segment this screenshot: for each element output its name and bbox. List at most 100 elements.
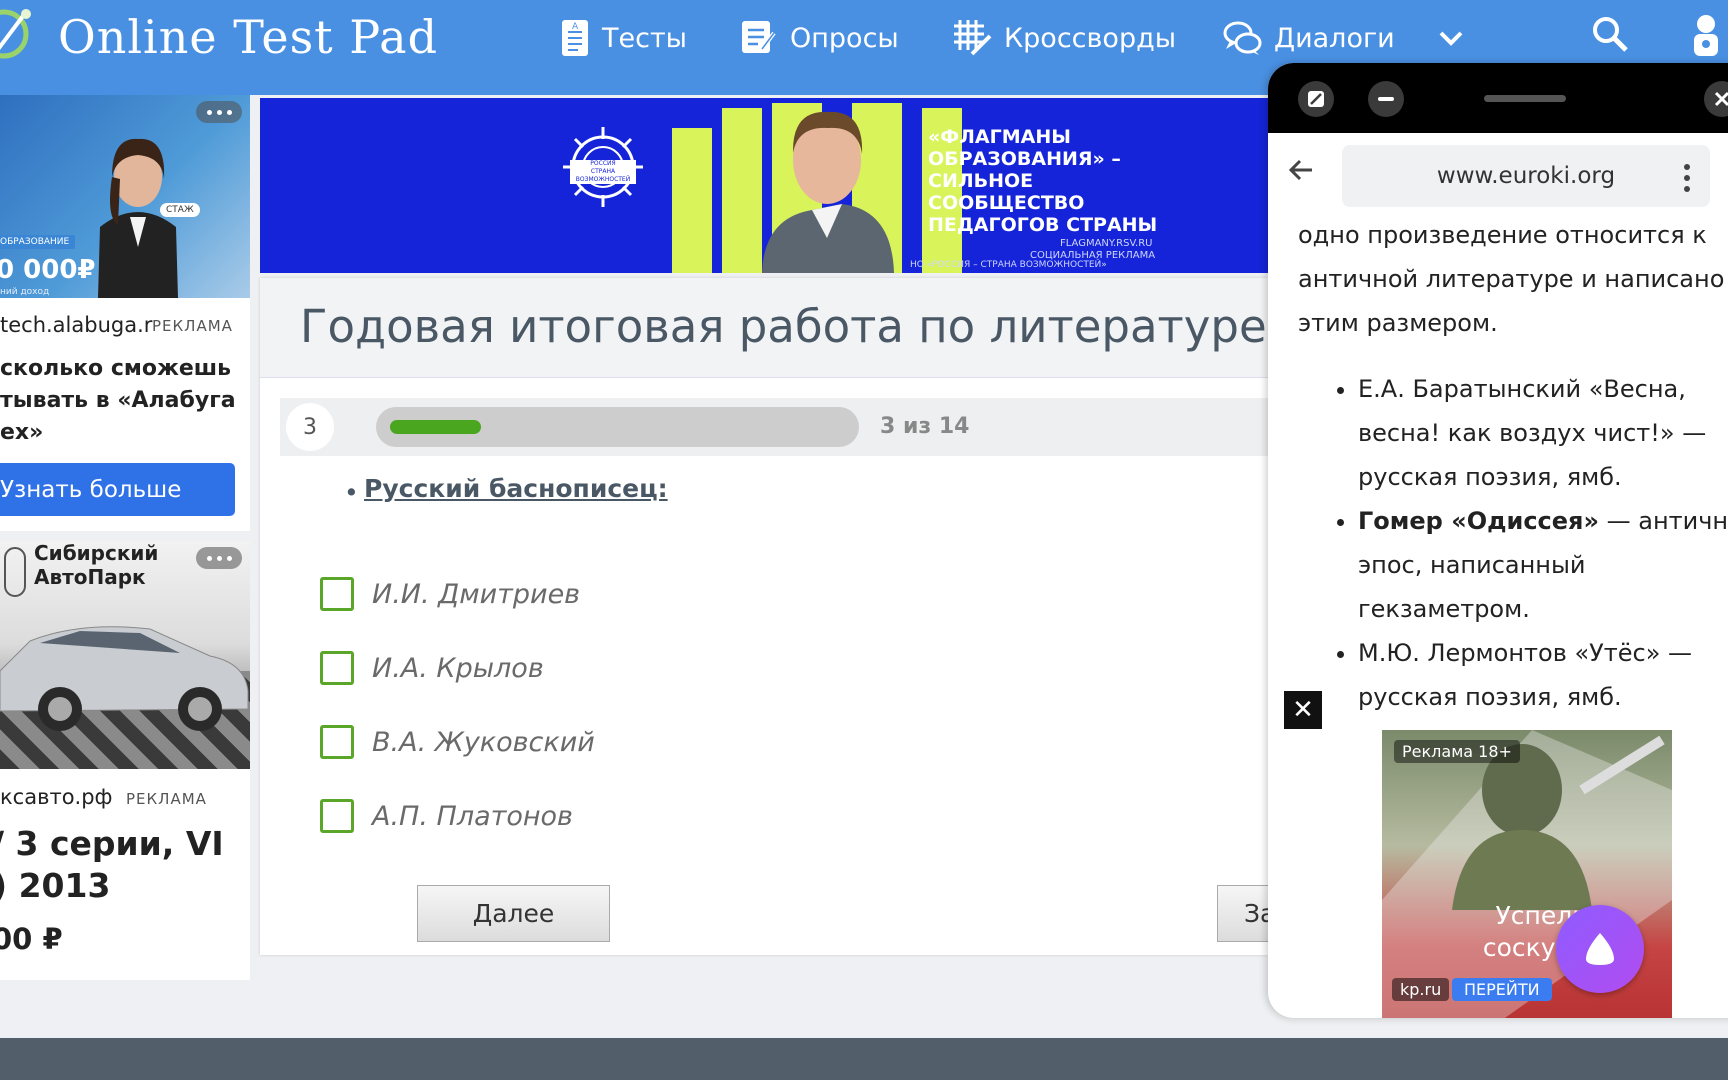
answer-label: А.П. Платонов	[372, 800, 573, 832]
ads-divider	[0, 531, 250, 541]
nav-crosswords[interactable]: Кроссворды	[952, 16, 1176, 60]
answer-label: В.А. Жуковский	[372, 726, 595, 758]
article-list-item: Е.А. Баратынский «Весна, весна! как возд…	[1358, 367, 1728, 499]
url-bar[interactable]: www.euroki.org	[1342, 145, 1710, 207]
nav-polls[interactable]: Опросы	[740, 16, 899, 60]
logo-icon[interactable]	[0, 0, 42, 80]
ad1-domain[interactable]: tech.alabuga.r	[0, 313, 152, 337]
article-line: одно произведение относится к	[1298, 221, 1707, 249]
promo-banner[interactable]: РОССИЯ СТРАНА ВОЗМОЖНОСТЕЙ «ФЛАГМАНЫ ОБР…	[260, 98, 1268, 273]
nav-crosswords-label: Кроссворды	[1004, 22, 1177, 54]
answer-label: И.А. Крылов	[372, 652, 544, 684]
ad1-label: РЕКЛАМА	[152, 317, 233, 335]
ad-source: kp.ru	[1392, 978, 1450, 1001]
back-arrow-icon[interactable]	[1286, 155, 1316, 185]
nav-polls-label: Опросы	[790, 22, 899, 54]
test-doc-icon: A	[562, 20, 588, 56]
resize-icon	[1308, 91, 1324, 107]
article-line: М.Ю. Лермонтов «Утёс» —	[1358, 639, 1693, 667]
banner-footer: НО «РОССИЯ – СТРАНА ВОЗМОЖНОСТЕЙ»	[910, 260, 1107, 270]
nav-tests[interactable]: A Тесты	[560, 16, 687, 60]
page-footer	[0, 1038, 1728, 1080]
ad1-badge: ОБРАЗОВАНИЕ	[0, 235, 76, 249]
finish-button[interactable]: За	[1217, 885, 1268, 942]
answer-option[interactable]: И.А. Крылов	[320, 648, 544, 688]
banner-site: FLAGMANY.RSV.RU	[1060, 238, 1153, 249]
article-list-item: М.Ю. Лермонтов «Утёс» — русская поэзия, …	[1358, 631, 1728, 719]
ad1-subtext: ний доход	[0, 287, 50, 297]
answer-label: И.И. Дмитриев	[372, 578, 581, 610]
survey-icon	[742, 21, 776, 53]
question-text: Русский баснописец:	[364, 474, 668, 503]
chevron-down-icon	[1439, 31, 1463, 46]
ad1-stazh-badge: СТАЖ	[160, 203, 200, 217]
ad-close-button[interactable]: ✕	[1284, 691, 1322, 729]
article-line: эпос, написанный	[1358, 551, 1586, 579]
nav-tests-label: Тесты	[602, 22, 687, 54]
ad2-logo-icon	[4, 547, 26, 597]
ads-sidebar: ОБРАЗОВАНИЕ 0 000₽ ний доход СТАЖ tech.a…	[0, 95, 250, 980]
next-button[interactable]: Далее	[417, 885, 610, 942]
test-title: Годовая итоговая работа по литературе (6	[300, 300, 1268, 353]
ad2-domain[interactable]: ксавто.рф	[0, 785, 113, 809]
article-text: — античны	[1606, 507, 1728, 535]
ad1-more-menu[interactable]	[196, 101, 242, 123]
answer-option[interactable]: В.А. Жуковский	[320, 722, 595, 762]
question-bullet: •	[344, 478, 359, 507]
svg-text:A: A	[572, 22, 579, 32]
article-line: Гомер «Одиссея» — античны	[1358, 499, 1728, 543]
answer-option[interactable]: И.И. Дмитриев	[320, 574, 580, 614]
floating-window-titlebar[interactable]	[1268, 63, 1728, 133]
article-line: гекзаметром.	[1358, 595, 1530, 623]
kebab-menu-icon[interactable]	[1682, 163, 1692, 193]
progress-bar	[376, 407, 859, 447]
brand-title[interactable]: Online Test Pad	[58, 10, 438, 64]
nav-more-dropdown[interactable]	[1438, 16, 1464, 60]
article-content: одно произведение относится к античной л…	[1298, 213, 1728, 719]
article-list: Е.А. Баратынский «Весна, весна! как возд…	[1358, 367, 1728, 719]
window-close-button[interactable]	[1704, 81, 1728, 117]
minimize-icon	[1378, 97, 1394, 101]
answer-checkbox[interactable]	[320, 651, 354, 685]
article-line: весна! как воздух чист!» —	[1358, 419, 1707, 447]
ad2-image[interactable]: Сибирский АвтоПарк	[0, 541, 250, 769]
key-user-icon[interactable]	[1686, 12, 1726, 58]
nav-dialogs-label: Диалоги	[1274, 22, 1395, 54]
answer-checkbox[interactable]	[320, 725, 354, 759]
ad1-title[interactable]: сколько сможешь тывать в «Алабуга ех»	[0, 353, 250, 449]
banner-logo-text: РОССИЯ СТРАНА ВОЗМОЖНОСТЕЙ	[570, 160, 636, 184]
answer-checkbox[interactable]	[320, 799, 354, 833]
article-line: русская поэзия, ямб.	[1358, 683, 1622, 711]
window-drag-handle[interactable]	[1484, 95, 1566, 102]
article-bold: Гомер «Одиссея»	[1358, 507, 1599, 535]
article-list-item: Гомер «Одиссея» — античны эпос, написанн…	[1358, 499, 1728, 631]
ad2-title[interactable]: / 3 серии, VI ) 2013	[0, 823, 250, 907]
floating-browser-window[interactable]: www.euroki.org одно произведение относит…	[1268, 63, 1728, 1018]
car-image	[0, 626, 249, 731]
voice-assistant-button[interactable]	[1556, 905, 1644, 993]
close-icon	[1714, 91, 1728, 107]
window-resize-button[interactable]	[1298, 81, 1334, 117]
dialog-icon	[1223, 21, 1262, 55]
ad-go-button[interactable]: ПЕРЕЙТИ	[1452, 978, 1552, 1001]
progress-text: 3 из 14	[880, 414, 970, 439]
assistant-icon	[1586, 933, 1614, 965]
ad2-brand: Сибирский АвтоПарк	[34, 541, 159, 589]
test-card: Годовая итоговая работа по литературе (6…	[260, 278, 1268, 955]
nav-dialogs[interactable]: Диалоги	[1222, 16, 1395, 60]
ad1-image[interactable]: ОБРАЗОВАНИЕ 0 000₽ ний доход СТАЖ	[0, 95, 250, 298]
search-icon[interactable]	[1590, 14, 1630, 54]
ad1-title-text: сколько сможешь тывать в «Алабуга ех»	[0, 356, 236, 445]
ad-label: Реклама 18+	[1394, 740, 1520, 763]
article-line: этим размером.	[1298, 309, 1498, 337]
article-line: античной литературе и написано	[1298, 265, 1725, 293]
ad1-learn-more-button[interactable]: Узнать больше	[0, 463, 235, 516]
answer-checkbox[interactable]	[320, 577, 354, 611]
window-minimize-button[interactable]	[1368, 81, 1404, 117]
question-number: 3	[286, 403, 334, 451]
ad1-price: 0 000₽	[0, 255, 96, 285]
ad2-more-menu[interactable]	[196, 547, 242, 569]
progress-row: 3 3 из 14	[280, 398, 1268, 456]
article-line: Е.А. Баратынский «Весна,	[1358, 375, 1686, 403]
answer-option[interactable]: А.П. Платонов	[320, 796, 573, 836]
